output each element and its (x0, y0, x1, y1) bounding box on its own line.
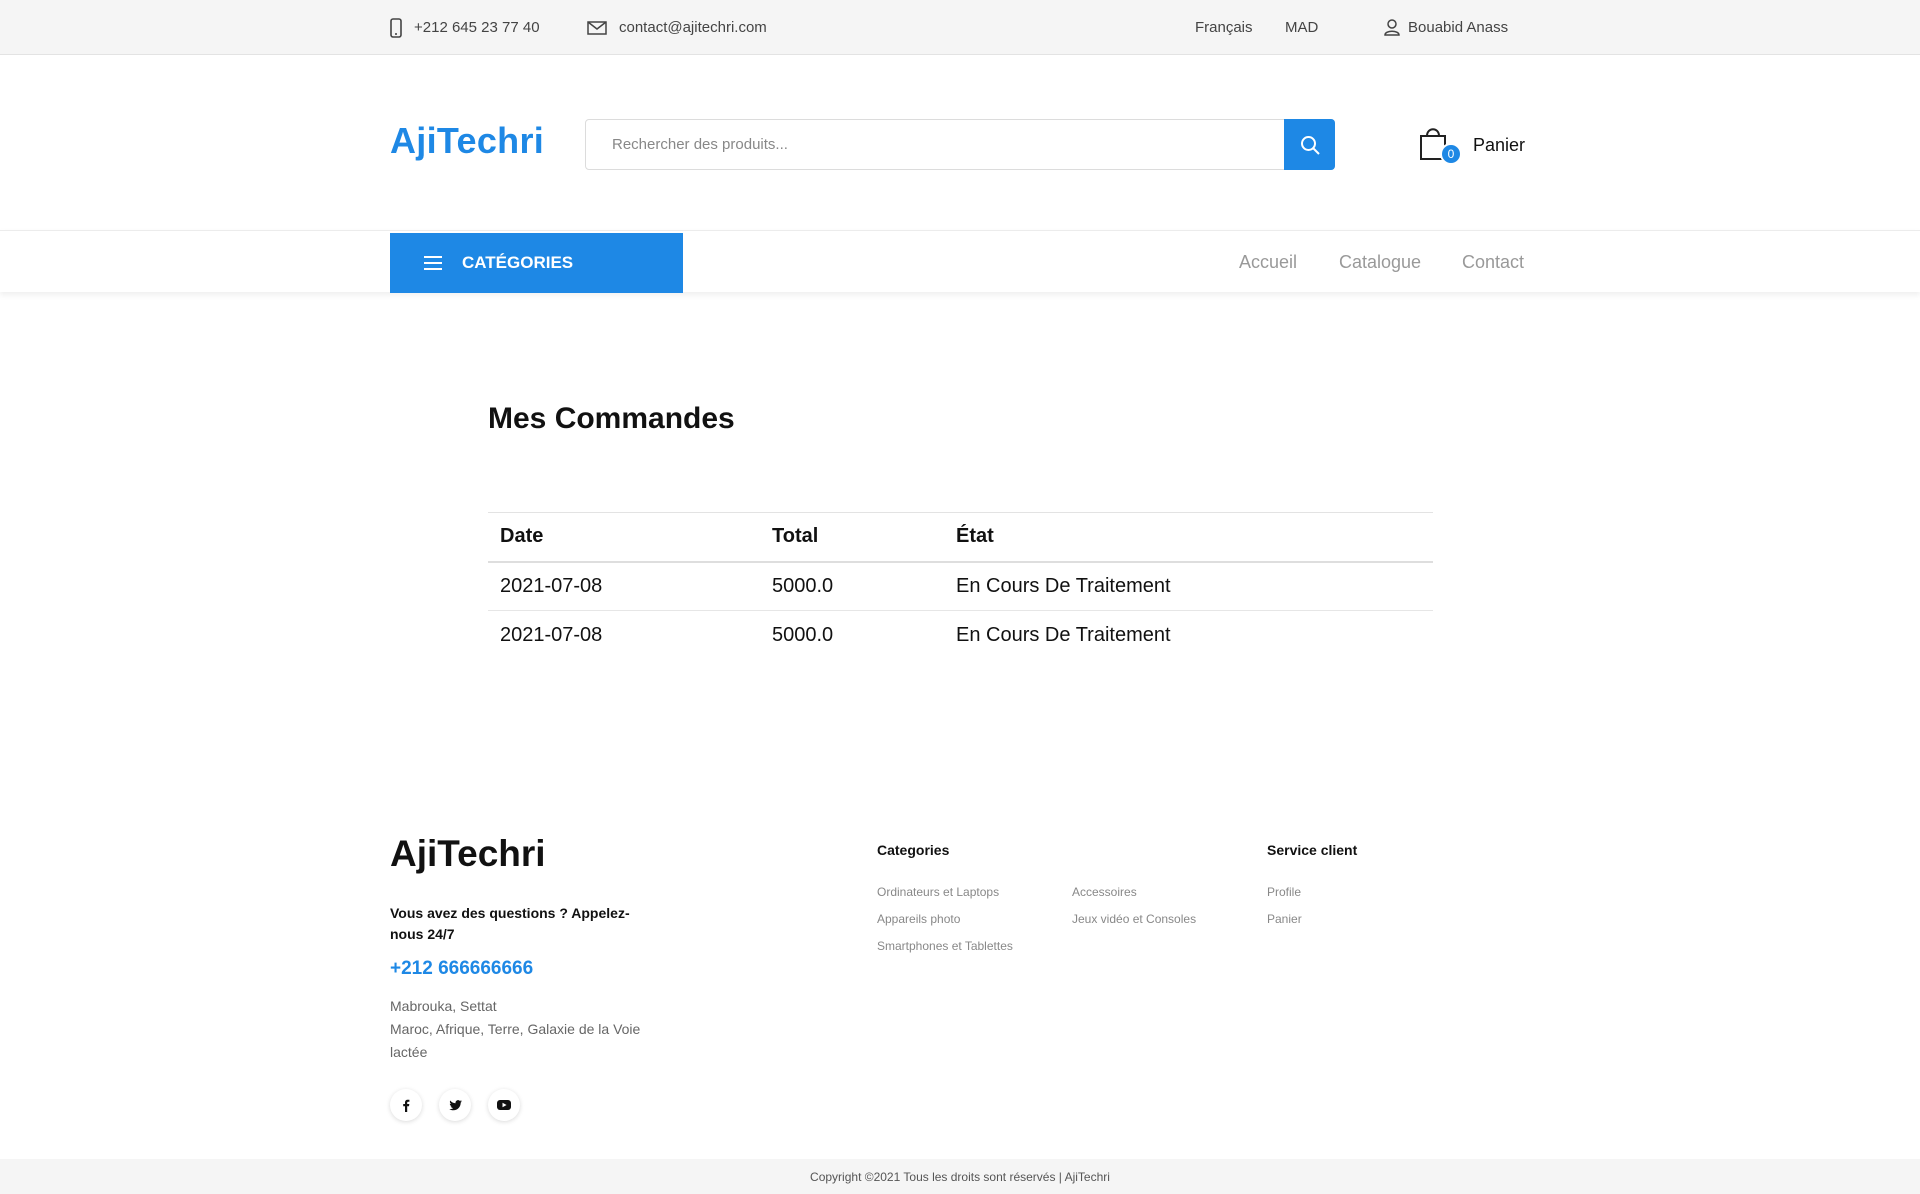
table-header-row: Date Total État (488, 512, 1433, 563)
phone-icon (390, 17, 402, 38)
facebook-icon (403, 1099, 410, 1112)
footer-address: Mabrouka, Settat Maroc, Afrique, Terre, … (390, 995, 660, 1064)
page-title: Mes Commandes (488, 402, 735, 435)
cart-label: Panier (1473, 134, 1526, 155)
nav-link-catalogue[interactable]: Catalogue (1339, 231, 1421, 293)
cart-count-badge: 0 (1440, 143, 1462, 165)
footer-category-link[interactable]: Ordinateurs et Laptops (877, 885, 999, 899)
language-label: Français (1195, 19, 1253, 36)
site-header: AjiTechri 0 Panier (0, 56, 1920, 230)
shopping-bag-icon: 0 (1418, 125, 1462, 165)
footer-service-title: Service client (1267, 842, 1358, 858)
currency-label: MAD (1285, 19, 1319, 36)
footer-phone[interactable]: +212 666666666 (390, 958, 533, 980)
menu-icon (424, 256, 442, 270)
order-date: 2021-07-08 (500, 574, 603, 597)
topbar-email-text: contact@ajitechri.com (619, 19, 767, 36)
nav-link-accueil[interactable]: Accueil (1239, 231, 1297, 293)
footer-categories-title: Categories (877, 842, 950, 858)
user-icon (1384, 19, 1400, 36)
user-name: Bouabid Anass (1408, 19, 1509, 36)
search-bar (585, 119, 1335, 170)
categories-label: CATÉGORIES (462, 253, 574, 272)
mail-icon (587, 20, 607, 35)
twitter-icon (448, 1099, 462, 1110)
facebook-button[interactable] (390, 1089, 422, 1121)
search-button[interactable] (1284, 119, 1335, 170)
footer-category-link[interactable]: Accessoires (1072, 885, 1137, 899)
orders-table: Date Total État 2021-07-08 5000.0 En Cou… (488, 512, 1433, 660)
currency-selector[interactable]: MAD (1285, 0, 1318, 55)
column-header-date: Date (488, 512, 760, 563)
youtube-icon (497, 1100, 511, 1110)
cart-button[interactable]: 0 Panier (1418, 122, 1538, 168)
footer-question: Vous avez des questions ? Appelez-nous 2… (390, 905, 630, 942)
footer-address-line: Mabrouka, Settat (390, 998, 497, 1014)
user-account-link[interactable]: Bouabid Anass (1384, 0, 1508, 55)
top-bar: +212 645 23 77 40 contact@ajitechri.com … (0, 0, 1920, 55)
table-row: 2021-07-08 5000.0 En Cours De Traitement (488, 562, 1433, 611)
topbar-email[interactable]: contact@ajitechri.com (587, 0, 767, 55)
order-total: 5000.0 (772, 574, 834, 597)
topbar-phone-text: +212 645 23 77 40 (414, 19, 540, 36)
table-row: 2021-07-08 5000.0 En Cours De Traitement (488, 610, 1433, 660)
main-navbar: CATÉGORIES Accueil Catalogue Contact (0, 230, 1920, 293)
column-header-total: Total (760, 512, 944, 563)
order-state: En Cours De Traitement (956, 574, 1171, 597)
copyright-text: Copyright ©2021 Tous les droits sont rés… (810, 1169, 1110, 1184)
topbar-phone: +212 645 23 77 40 (390, 0, 540, 55)
footer-address-line: Maroc, Afrique, Terre, Galaxie de la Voi… (390, 1021, 641, 1060)
order-total: 5000.0 (760, 610, 944, 660)
footer-logo: AjiTechri (390, 833, 546, 874)
language-selector[interactable]: Français (1195, 0, 1253, 55)
footer-service-link-profile[interactable]: Profile (1267, 885, 1301, 899)
order-state: En Cours De Traitement (944, 610, 1433, 660)
copyright-bar: Copyright ©2021 Tous les droits sont rés… (0, 1159, 1920, 1194)
categories-button[interactable]: CATÉGORIES (390, 233, 683, 293)
site-logo[interactable]: AjiTechri (390, 120, 544, 162)
nav-link-contact[interactable]: Contact (1462, 231, 1524, 293)
footer-category-link[interactable]: Smartphones et Tablettes (877, 939, 1013, 953)
footer-category-link[interactable]: Appareils photo (877, 912, 960, 926)
column-header-state: État (944, 512, 1433, 563)
order-date: 2021-07-08 (488, 610, 760, 660)
youtube-button[interactable] (488, 1089, 520, 1121)
footer-service-link-panier[interactable]: Panier (1267, 912, 1302, 926)
search-input[interactable] (586, 120, 1284, 169)
twitter-button[interactable] (439, 1089, 471, 1121)
search-icon (1300, 135, 1320, 155)
footer-category-link[interactable]: Jeux vidéo et Consoles (1072, 912, 1196, 926)
